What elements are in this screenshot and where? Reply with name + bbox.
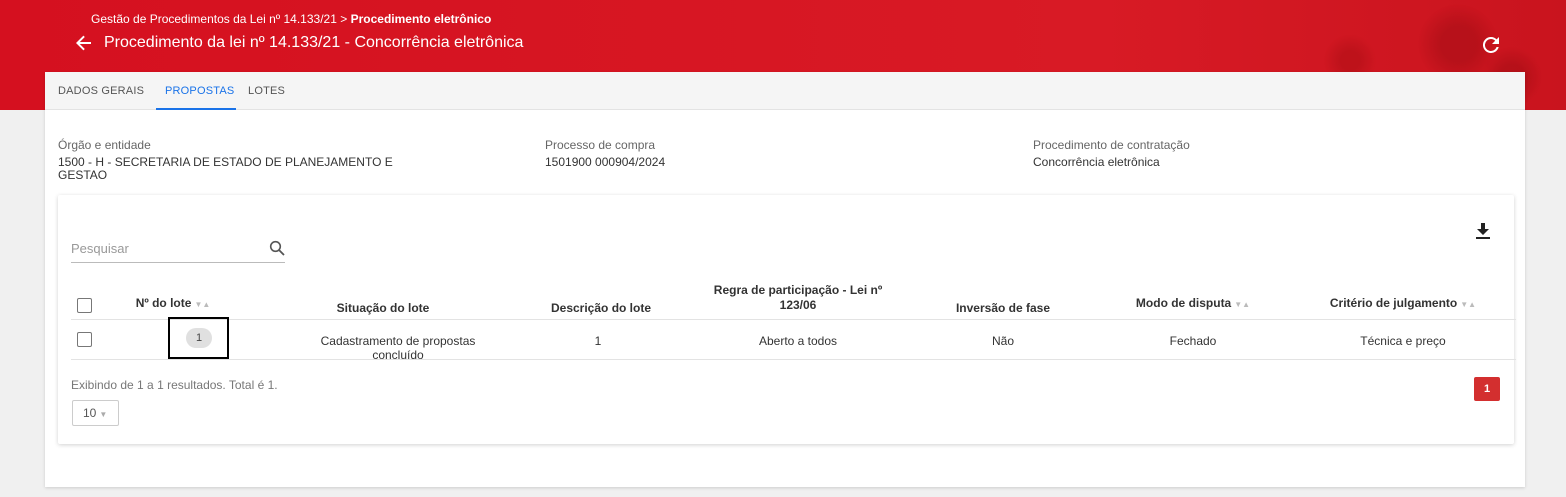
info-processo-value: 1501900 000904/2024 <box>545 155 666 169</box>
cell-inversao: Não <box>991 334 1014 348</box>
sort-icon[interactable]: ▼▲ <box>1460 300 1476 309</box>
chevron-down-icon: ▼ <box>99 410 108 419</box>
search-input[interactable] <box>71 237 251 259</box>
breadcrumb: Gestão de Procedimentos da Lei nº 14.133… <box>91 12 491 26</box>
col-header-situacao: Situação do lote <box>336 301 430 315</box>
breadcrumb-current: Procedimento eletrônico <box>350 12 492 26</box>
tab-propostas[interactable]: PROPOSTAS <box>165 85 234 97</box>
info-orgao-value: 1500 - H - SECRETARIA DE ESTADO DE PLANE… <box>58 155 393 182</box>
tab-bar: DADOS GERAIS PROPOSTAS LOTES <box>45 72 1525 110</box>
info-processo-label: Processo de compra <box>545 138 656 152</box>
info-procedimento: Procedimento de contratação Concorrência… <box>1033 138 1333 169</box>
lote-number-badge[interactable]: 1 <box>186 328 212 348</box>
breadcrumb-separator: > <box>340 12 348 26</box>
arrow-left-icon[interactable] <box>76 35 92 51</box>
download-icon[interactable] <box>1476 223 1490 239</box>
col-header-descricao: Descrição do lote <box>550 301 652 315</box>
tab-dados-gerais[interactable]: DADOS GERAIS <box>58 85 144 97</box>
page-size-select[interactable]: 10 ▼ <box>72 400 119 426</box>
results-summary: Exibindo de 1 a 1 resultados. Total é 1. <box>71 378 278 392</box>
info-processo: Processo de compra 1501900 000904/2024 <box>545 138 845 169</box>
refresh-icon[interactable] <box>1483 37 1499 53</box>
select-all-checkbox[interactable] <box>77 298 92 313</box>
active-tab-indicator <box>156 108 236 110</box>
info-procedimento-value: Concorrência eletrônica <box>1033 155 1160 169</box>
col-header-criterio[interactable]: Critério de julgamento ▼▲ <box>1313 296 1493 312</box>
cell-situacao: Cadastramento de propostas concluído <box>320 334 476 362</box>
header-divider <box>71 319 1516 320</box>
info-procedimento-label: Procedimento de contratação <box>1033 138 1190 152</box>
cell-regra: Aberto a todos <box>758 334 838 348</box>
row-divider <box>71 359 1516 360</box>
breadcrumb-parent[interactable]: Gestão de Procedimentos da Lei nº 14.133… <box>91 12 337 26</box>
col-header-modo[interactable]: Modo de disputa ▼▲ <box>1118 296 1268 312</box>
tab-lotes[interactable]: LOTES <box>248 85 285 97</box>
proposals-table-panel: Nº do lote▼▲ Situação do lote Descrição … <box>58 195 1516 444</box>
page-title-row: Procedimento da lei nº 14.133/21 - Conco… <box>76 34 523 52</box>
info-orgao: Órgão e entidade 1500 - H - SECRETARIA D… <box>58 138 398 182</box>
cell-modo: Fechado <box>1169 334 1217 348</box>
cell-descricao: 1 <box>594 334 602 348</box>
sort-icon[interactable]: ▼▲ <box>194 300 210 309</box>
col-header-regra: Regra de participação - Lei nº 123/06 <box>713 283 883 312</box>
search-box <box>71 237 285 263</box>
page-button-current[interactable]: 1 <box>1474 377 1500 401</box>
row-checkbox[interactable] <box>77 332 92 347</box>
cell-criterio: Técnica e preço <box>1360 334 1446 348</box>
search-icon[interactable] <box>269 240 285 256</box>
col-header-inversao: Inversão de fase <box>955 301 1051 315</box>
page-title: Procedimento da lei nº 14.133/21 - Conco… <box>104 34 524 51</box>
info-orgao-label: Órgão e entidade <box>58 138 151 152</box>
content-card: DADOS GERAIS PROPOSTAS LOTES Órgão e ent… <box>45 72 1525 487</box>
sort-icon[interactable]: ▼▲ <box>1234 300 1250 309</box>
lote-number-highlight: 1 <box>168 317 229 359</box>
col-header-lote[interactable]: Nº do lote ▼▲ <box>118 296 228 312</box>
